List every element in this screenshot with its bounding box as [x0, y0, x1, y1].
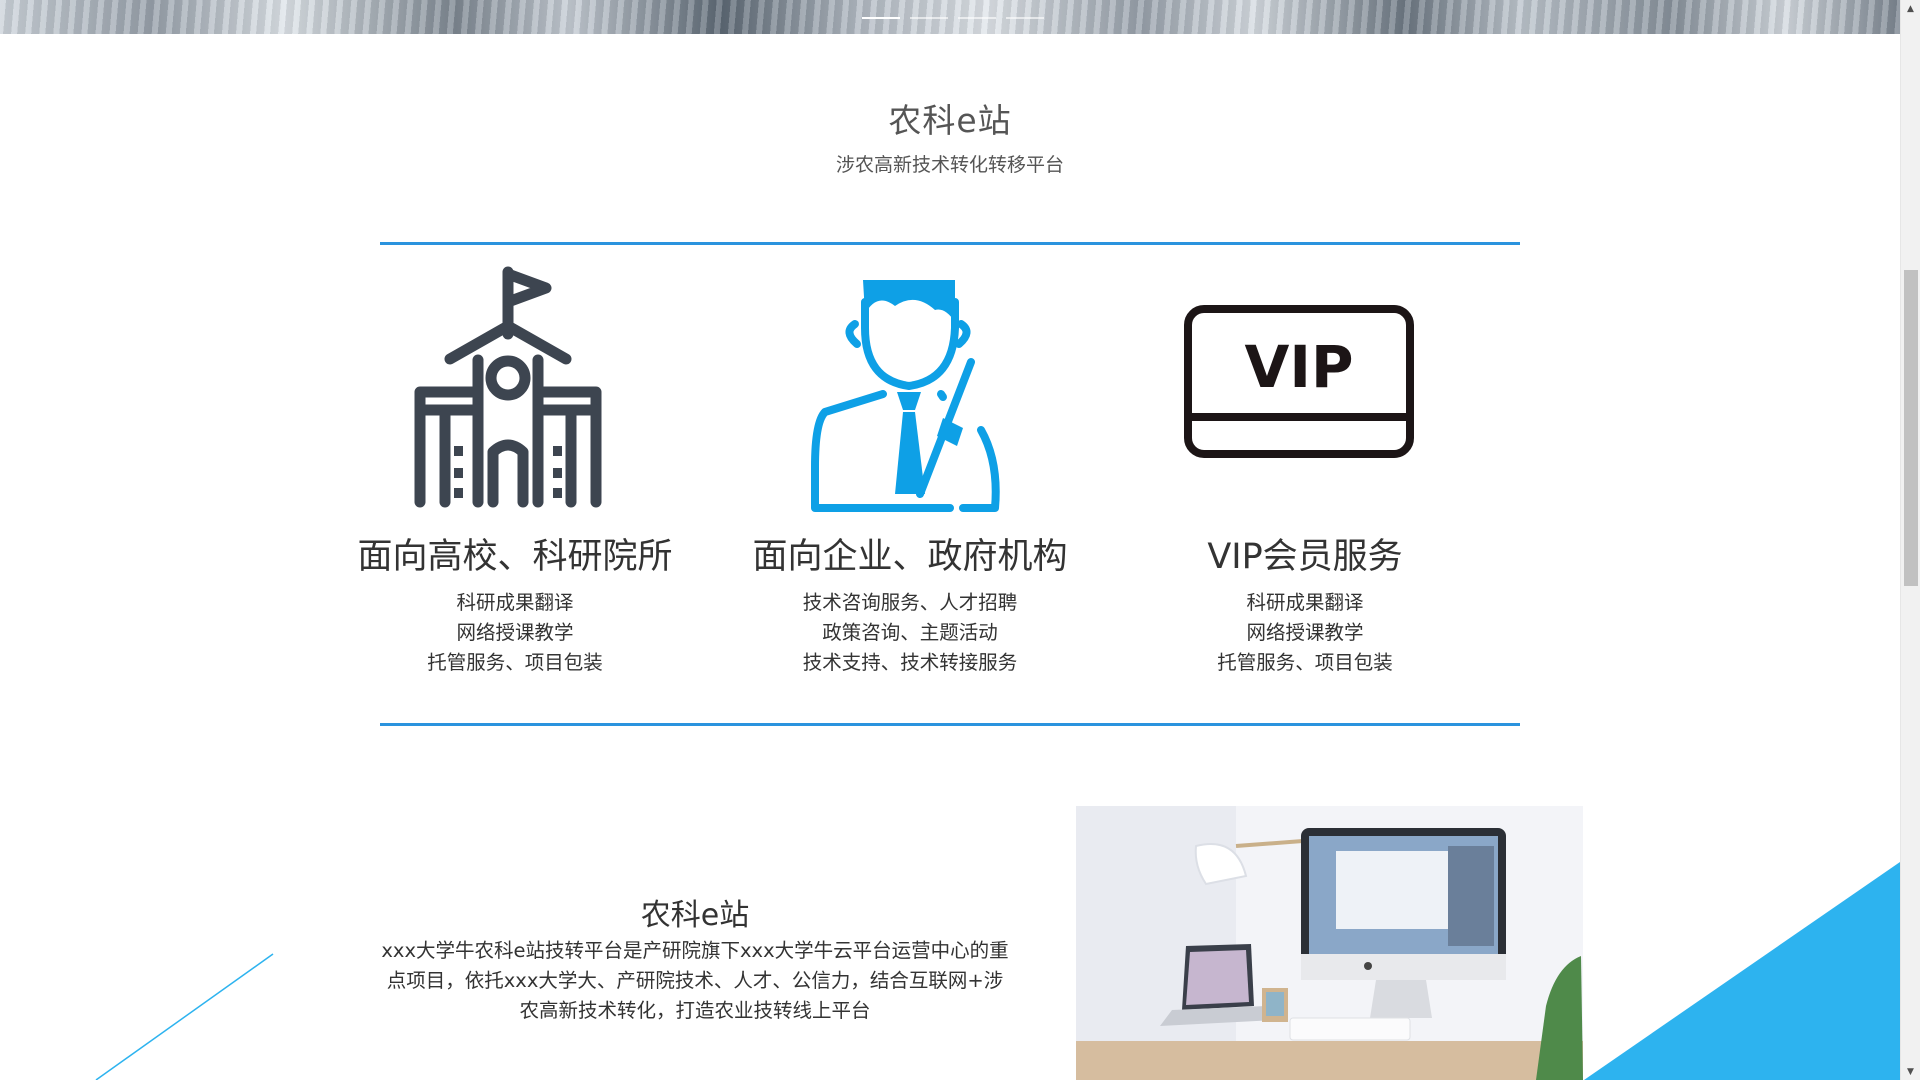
feature-line: 托管服务、项目包装 — [1217, 651, 1393, 674]
carousel-indicators — [862, 17, 1044, 19]
vertical-scrollbar[interactable]: ▲ ▼ — [1900, 0, 1920, 1080]
scroll-down-arrow-icon[interactable]: ▼ — [1901, 1063, 1920, 1080]
carousel-dot[interactable] — [958, 17, 996, 19]
feature-title: VIP会员服务 — [1207, 537, 1403, 577]
banner-carousel[interactable] — [0, 0, 1900, 34]
feature-title: 面向高校、科研院所 — [357, 537, 673, 577]
about-title: 农科e站 — [640, 898, 750, 933]
scroll-up-arrow-icon[interactable]: ▲ — [1901, 0, 1920, 17]
feature-line: 技术咨询服务、人才招聘 — [802, 591, 1018, 614]
feature-description: 技术咨询服务、人才招聘 政策咨询、主题活动 技术支持、技术转接服务 — [720, 588, 1100, 678]
carousel-dot[interactable] — [910, 17, 948, 19]
feature-line: 托管服务、项目包装 — [427, 651, 603, 674]
feature-description: 科研成果翻译 网络授课教学 托管服务、项目包装 — [325, 588, 705, 678]
page: 农科e站 涉农高新技术转化转移平台 面向高校、科研院所 科研成果翻译 网络授课教… — [0, 0, 1920, 1080]
feature-description: 科研成果翻译 网络授课教学 托管服务、项目包装 — [1115, 588, 1495, 678]
feature-vip: VIP VIP会员服务 科研成果翻译 网络授课教学 托管服务、项目包装 — [1115, 262, 1495, 678]
feature-line: 科研成果翻译 — [1246, 591, 1364, 614]
scrollbar-thumb[interactable] — [1904, 270, 1918, 586]
about-text: xxx大学牛农科e站技转平台是产研院旗下xxx大学牛云平台运营中心的重点项目，依… — [381, 939, 1009, 1022]
school-building-icon — [325, 262, 705, 512]
feature-line: 网络授课教学 — [456, 621, 574, 644]
business-person-icon — [720, 262, 1100, 512]
divider-top — [380, 242, 1520, 245]
feature-line: 网络授课教学 — [1246, 621, 1364, 644]
feature-line: 科研成果翻译 — [456, 591, 574, 614]
carousel-dot[interactable] — [1006, 17, 1044, 19]
feature-enterprise: 面向企业、政府机构 技术咨询服务、人才招聘 政策咨询、主题活动 技术支持、技术转… — [720, 262, 1100, 678]
workspace-photo — [1076, 806, 1583, 1080]
feature-university: 面向高校、科研院所 科研成果翻译 网络授课教学 托管服务、项目包装 — [325, 262, 705, 678]
section-subtitle: 涉农高新技术转化转移平台 — [835, 154, 1064, 176]
divider-bottom — [380, 723, 1520, 726]
section-title: 农科e站 — [888, 101, 1012, 140]
feature-title: 面向企业、政府机构 — [752, 537, 1068, 577]
feature-line: 技术支持、技术转接服务 — [802, 651, 1018, 674]
carousel-dot[interactable] — [862, 17, 900, 19]
feature-line: 政策咨询、主题活动 — [822, 621, 998, 644]
vip-card-icon: VIP — [1115, 262, 1495, 512]
vip-label: VIP — [1245, 333, 1354, 401]
